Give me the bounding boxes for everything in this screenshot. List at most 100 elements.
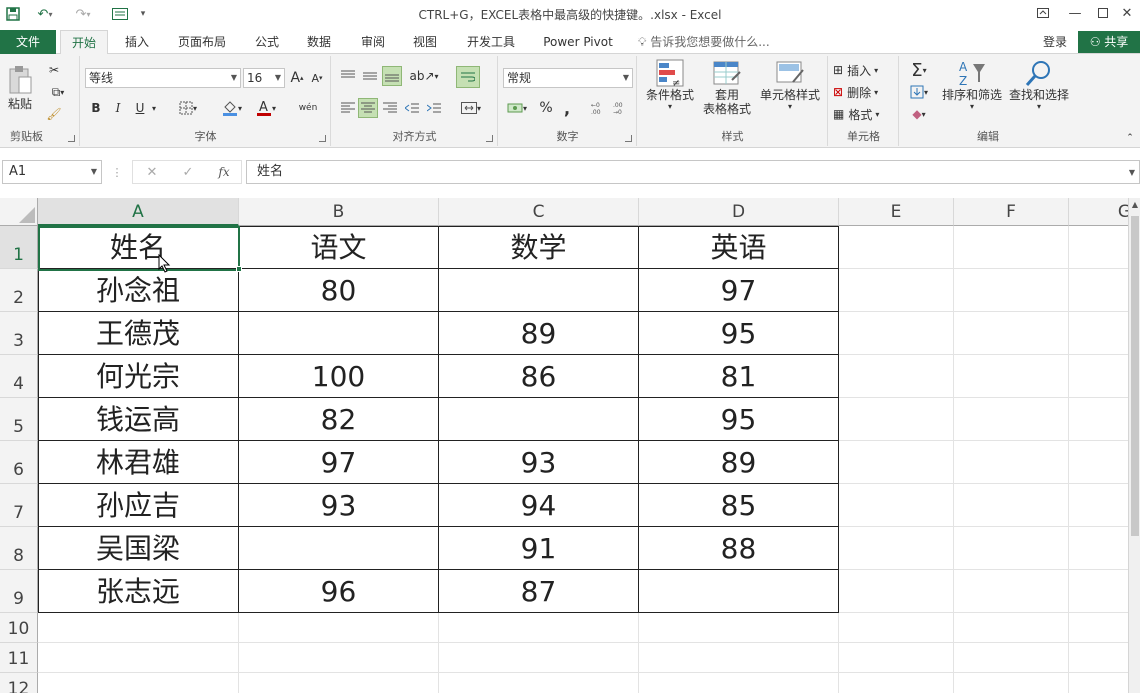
column-header-a[interactable]: A bbox=[38, 198, 239, 226]
minimize-icon[interactable]: — bbox=[1062, 2, 1088, 24]
cell-f9[interactable] bbox=[954, 570, 1069, 613]
row-header-6[interactable]: 6 bbox=[0, 441, 38, 484]
decrease-decimal-icon[interactable]: .00 →0 bbox=[611, 98, 631, 118]
cell-g1[interactable] bbox=[1069, 226, 1128, 269]
login-link[interactable]: 登录 bbox=[1036, 30, 1074, 54]
fill-color-button[interactable]: ▾ bbox=[217, 98, 247, 118]
tab-power-pivot[interactable]: Power Pivot bbox=[536, 30, 620, 54]
clipboard-launcher-icon[interactable] bbox=[68, 135, 75, 142]
cell-a5[interactable]: 钱运高 bbox=[38, 398, 239, 441]
cell-b5[interactable]: 82 bbox=[239, 398, 439, 441]
cell-c8[interactable]: 91 bbox=[439, 527, 639, 570]
cell-a6[interactable]: 林君雄 bbox=[38, 441, 239, 484]
cell-f1[interactable] bbox=[954, 226, 1069, 269]
phonetic-button[interactable]: wén bbox=[293, 96, 323, 120]
cell-g5[interactable] bbox=[1069, 398, 1128, 441]
shrink-font-button[interactable]: A ▾ bbox=[307, 68, 327, 88]
cancel-entry-icon[interactable]: ✕ bbox=[144, 163, 160, 181]
comma-button[interactable]: , bbox=[559, 98, 575, 118]
tab-developer[interactable]: 开发工具 bbox=[458, 30, 524, 54]
font-size-select[interactable]: 16 ▼ bbox=[243, 68, 285, 88]
cell-e4[interactable] bbox=[839, 355, 954, 398]
cell-f2[interactable] bbox=[954, 269, 1069, 312]
cell-g2[interactable] bbox=[1069, 269, 1128, 312]
paste-button[interactable]: 粘贴 bbox=[4, 60, 36, 116]
cell-d10[interactable] bbox=[639, 613, 839, 643]
cell-g6[interactable] bbox=[1069, 441, 1128, 484]
number-launcher-icon[interactable] bbox=[625, 135, 632, 142]
row-header-5[interactable]: 5 bbox=[0, 398, 38, 441]
cell-b3[interactable] bbox=[239, 312, 439, 355]
cell-b8[interactable] bbox=[239, 527, 439, 570]
cell-b11[interactable] bbox=[239, 643, 439, 673]
cell-d8[interactable]: 88 bbox=[639, 527, 839, 570]
cut-icon[interactable]: ✂ bbox=[44, 60, 64, 80]
clear-icon[interactable]: ◆ ▾ bbox=[904, 104, 934, 124]
cell-f8[interactable] bbox=[954, 527, 1069, 570]
cell-b9[interactable]: 96 bbox=[239, 570, 439, 613]
cell-d2[interactable]: 97 bbox=[639, 269, 839, 312]
cell-d11[interactable] bbox=[639, 643, 839, 673]
cell-a10[interactable] bbox=[38, 613, 239, 643]
cell-d3[interactable]: 95 bbox=[639, 312, 839, 355]
increase-decimal-icon[interactable]: ←0.00 bbox=[589, 98, 609, 118]
cell-b12[interactable] bbox=[239, 673, 439, 693]
align-center-icon[interactable] bbox=[358, 98, 378, 118]
cell-d5[interactable]: 95 bbox=[639, 398, 839, 441]
cell-c4[interactable]: 86 bbox=[439, 355, 639, 398]
cell-c2[interactable] bbox=[439, 269, 639, 312]
column-header-b[interactable]: B bbox=[239, 198, 439, 226]
cell-d12[interactable] bbox=[639, 673, 839, 693]
borders-button[interactable]: ▾ bbox=[173, 98, 203, 118]
cell-g9[interactable] bbox=[1069, 570, 1128, 613]
tab-review[interactable]: 审阅 bbox=[352, 30, 394, 54]
cell-a12[interactable] bbox=[38, 673, 239, 693]
row-header-12[interactable]: 12 bbox=[0, 673, 38, 693]
row-header-10[interactable]: 10 bbox=[0, 613, 38, 643]
insert-cells-button[interactable]: ⊞ 插入 ▾ bbox=[833, 60, 895, 80]
underline-button[interactable]: U bbox=[131, 98, 149, 118]
tab-page-layout[interactable]: 页面布局 bbox=[170, 30, 234, 54]
cell-a7[interactable]: 孙应吉 bbox=[38, 484, 239, 527]
ribbon-display-icon[interactable] bbox=[1030, 2, 1056, 24]
cell-a3[interactable]: 王德茂 bbox=[38, 312, 239, 355]
cell-e8[interactable] bbox=[839, 527, 954, 570]
align-right-icon[interactable] bbox=[380, 98, 400, 118]
cell-a8[interactable]: 吴国梁 bbox=[38, 527, 239, 570]
scroll-up-icon[interactable]: ▲ bbox=[1129, 200, 1140, 212]
cell-b1[interactable]: 语文 bbox=[239, 226, 439, 269]
cell-b7[interactable]: 93 bbox=[239, 484, 439, 527]
tab-view[interactable]: 视图 bbox=[404, 30, 446, 54]
row-header-8[interactable]: 8 bbox=[0, 527, 38, 570]
format-as-table-button[interactable]: 套用 表格格式 bbox=[698, 58, 756, 124]
format-cells-button[interactable]: ▦ 格式 ▾ bbox=[833, 104, 895, 124]
name-box[interactable]: A1 ▼ bbox=[2, 160, 102, 184]
cell-c12[interactable] bbox=[439, 673, 639, 693]
font-name-select[interactable]: 等线 ▼ bbox=[85, 68, 241, 88]
cell-e7[interactable] bbox=[839, 484, 954, 527]
fill-handle[interactable] bbox=[236, 266, 242, 272]
cell-a4[interactable]: 何光宗 bbox=[38, 355, 239, 398]
tell-me-box[interactable]: 💡︎ 告诉我您想要做什么... bbox=[638, 30, 788, 54]
cell-g8[interactable] bbox=[1069, 527, 1128, 570]
grow-font-button[interactable]: A ▴ bbox=[287, 68, 307, 88]
cell-e5[interactable] bbox=[839, 398, 954, 441]
row-header-4[interactable]: 4 bbox=[0, 355, 38, 398]
cell-f10[interactable] bbox=[954, 613, 1069, 643]
cell-f4[interactable] bbox=[954, 355, 1069, 398]
cell-d7[interactable]: 85 bbox=[639, 484, 839, 527]
font-launcher-icon[interactable] bbox=[319, 135, 326, 142]
font-color-button[interactable]: A ▾ bbox=[251, 98, 281, 118]
cell-styles-button[interactable]: 单元格样式 ▾ bbox=[756, 58, 824, 124]
cell-b6[interactable]: 97 bbox=[239, 441, 439, 484]
cell-c7[interactable]: 94 bbox=[439, 484, 639, 527]
cell-a2[interactable]: 孙念祖 bbox=[38, 269, 239, 312]
find-select-button[interactable]: 查找和选择 ▾ bbox=[1006, 58, 1072, 124]
align-left-icon[interactable] bbox=[338, 98, 358, 118]
cell-b4[interactable]: 100 bbox=[239, 355, 439, 398]
cell-g3[interactable] bbox=[1069, 312, 1128, 355]
row-header-2[interactable]: 2 bbox=[0, 269, 38, 312]
cell-g7[interactable] bbox=[1069, 484, 1128, 527]
cell-c11[interactable] bbox=[439, 643, 639, 673]
cell-e1[interactable] bbox=[839, 226, 954, 269]
